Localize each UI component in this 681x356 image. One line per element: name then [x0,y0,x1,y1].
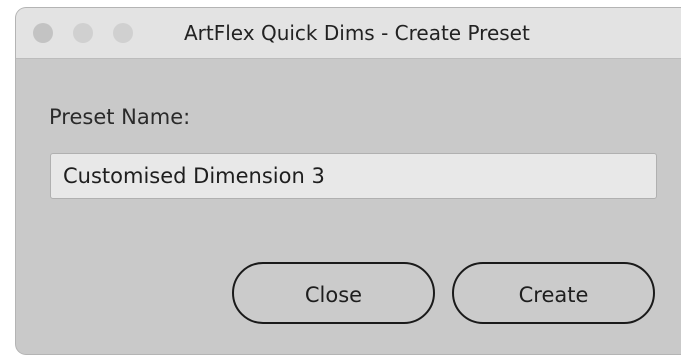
preset-name-label: Preset Name: [49,105,191,129]
close-button[interactable]: Close [232,262,435,324]
zoom-dot-icon[interactable] [113,23,133,43]
dialog-window: ArtFlex Quick Dims - Create Preset Prese… [16,8,681,354]
window-title: ArtFlex Quick Dims - Create Preset [184,21,530,45]
create-button[interactable]: Create [452,262,655,324]
close-dot-icon[interactable] [33,23,53,43]
title-bar[interactable]: ArtFlex Quick Dims - Create Preset [16,8,681,59]
minimize-dot-icon[interactable] [73,23,93,43]
preset-name-input[interactable]: Customised Dimension 3 [50,153,657,199]
